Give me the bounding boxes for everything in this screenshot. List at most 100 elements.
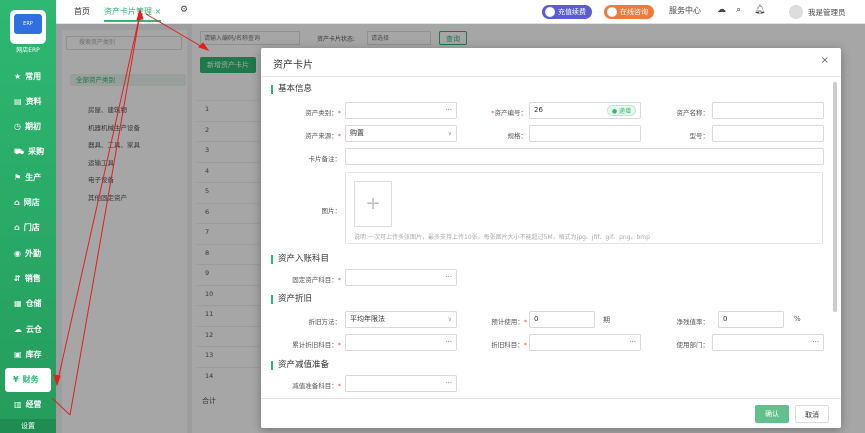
finance-icon: ¥: [13, 375, 19, 385]
increment-tag[interactable]: ● 递增: [606, 105, 636, 116]
use-dept-label-text: 使用部门: [676, 341, 703, 349]
gear-icon[interactable]: ⚙: [180, 5, 188, 15]
asset-code-field[interactable]: 26 ● 递增: [529, 102, 641, 119]
sidebar-item-label: 生产: [25, 172, 42, 182]
service-center-link[interactable]: 服务中心: [669, 5, 701, 16]
more-icon[interactable]: ···: [445, 103, 452, 118]
sidebar-item-13[interactable]: ▥ 经营: [0, 393, 56, 417]
online-consult-button[interactable]: 在线咨询: [604, 5, 654, 19]
confirm-button[interactable]: 确认: [755, 405, 789, 423]
more-icon[interactable]: ···: [812, 335, 819, 350]
dialog-footer: 确认 取消: [261, 398, 841, 428]
recharge-label: 充值续费: [558, 8, 586, 16]
sidebar-item-5[interactable]: ⌂ 网店: [0, 191, 56, 215]
cloud-icon: ☁: [14, 324, 22, 334]
asset-category-label: 资产类别：*: [305, 109, 341, 117]
online-consult-label: 在线咨询: [620, 8, 648, 16]
residual-rate-label-text: 净残值率: [676, 318, 703, 326]
cancel-button[interactable]: 取消: [795, 405, 829, 423]
sidebar-item-label: 外勤: [24, 248, 41, 258]
store-icon: ⌂: [14, 223, 20, 233]
dep-account-label: 折旧科目：*: [491, 341, 527, 349]
section-impairment: 资产减值准备: [271, 361, 329, 370]
spec-field[interactable]: [529, 125, 641, 142]
expected-use-label: 预计使用：*: [491, 318, 527, 326]
sidebar-item-4[interactable]: ⚑ 生产: [0, 165, 56, 189]
box-icon: ▣: [14, 349, 22, 359]
sidebar-item-label: 财务: [22, 375, 39, 385]
expected-use-field[interactable]: 0: [529, 311, 595, 328]
logo-badge: ERP: [14, 14, 42, 34]
sidebar-item-2[interactable]: ◷ 期初: [0, 115, 56, 139]
remark-field[interactable]: [345, 148, 824, 165]
location-icon: ◉: [14, 248, 21, 258]
model-field[interactable]: [712, 125, 824, 142]
section-depreciation: 资产折旧: [271, 295, 312, 304]
section-basic-info: 基本信息: [271, 85, 312, 94]
recharge-button[interactable]: 充值续费: [542, 5, 592, 19]
sidebar-item-6[interactable]: ⌂ 门店: [0, 216, 56, 240]
chat-icon: [607, 7, 617, 17]
acc-dep-account-label-text: 累计折旧科目: [292, 341, 332, 349]
settings-button[interactable]: 设置: [0, 419, 56, 433]
sidebar-item-12[interactable]: ¥ 财务: [5, 367, 51, 392]
shop-icon: ⌂: [14, 198, 20, 207]
cloud-icon[interactable]: ☁: [717, 5, 726, 15]
sidebar-item-1[interactable]: ▤ 资料: [0, 89, 56, 113]
clock-icon: ◷: [14, 122, 21, 132]
expected-use-label-text: 预计使用: [491, 318, 518, 326]
sidebar-item-label: 销售: [24, 273, 41, 283]
sales-icon: ⇵: [14, 273, 21, 283]
asset-name-label: 资产名称：: [676, 109, 710, 117]
use-dept-field[interactable]: ···: [712, 334, 824, 351]
fixed-asset-account-field[interactable]: ···: [345, 269, 457, 286]
asset-category-label-text: 资产类别: [305, 109, 332, 117]
image-label-text: 图片: [321, 207, 335, 215]
asset-code-label-text: 资产编号: [494, 109, 521, 117]
add-image-button[interactable]: +: [354, 181, 392, 227]
asset-code-label: *资产编号：: [491, 109, 527, 117]
sidebar-item-8[interactable]: ⇵ 销售: [0, 266, 56, 290]
sidebar-item-9[interactable]: ▦ 仓储: [0, 292, 56, 316]
asset-category-field[interactable]: ···: [345, 102, 457, 119]
tab-asset-card-label: 资产卡片管理: [104, 7, 152, 16]
spec-label-text: 规格: [507, 132, 521, 140]
chart-icon: ▥: [14, 400, 22, 410]
depreciation-method-select[interactable]: 平均年限法 ∨: [345, 311, 457, 328]
tab-home[interactable]: 首页: [74, 6, 90, 17]
sidebar-item-label: 云仓: [26, 324, 42, 334]
avatar[interactable]: [789, 5, 803, 19]
fixed-asset-account-label-text: 固定资产科目: [292, 276, 332, 284]
acc-dep-account-field[interactable]: ···: [345, 334, 457, 351]
residual-rate-field[interactable]: 0: [718, 311, 784, 328]
asset-source-select[interactable]: 购置 ∨: [345, 125, 457, 142]
sidebar-item-label: 网店: [23, 198, 40, 207]
asset-name-field[interactable]: [712, 102, 824, 119]
more-icon[interactable]: ···: [445, 270, 452, 285]
model-label-text: 型号: [689, 132, 703, 140]
more-icon[interactable]: ···: [629, 335, 636, 350]
cart-icon: ⛟: [14, 146, 25, 156]
more-icon[interactable]: ···: [445, 376, 452, 391]
sidebar-item-10[interactable]: ☁ 云仓: [0, 317, 56, 341]
close-icon[interactable]: ×: [821, 55, 829, 66]
impairment-account-label: 减值准备科目：*: [292, 382, 341, 390]
sidebar-item-11[interactable]: ▣ 库存: [0, 342, 56, 366]
asset-name-label-text: 资产名称: [676, 109, 703, 117]
search-icon[interactable]: ⌕: [736, 5, 741, 15]
app-logo[interactable]: ERP: [10, 10, 46, 44]
impairment-account-field[interactable]: ···: [345, 375, 457, 392]
user-name[interactable]: 我是管理员: [808, 7, 846, 18]
asset-source-value: 购置: [350, 129, 364, 137]
bell-icon[interactable]: 🔔︎: [754, 5, 765, 15]
dep-account-field[interactable]: ···: [529, 334, 641, 351]
sidebar-item-3[interactable]: ⛟ 采购: [0, 140, 56, 164]
sidebar-item-7[interactable]: ◉ 外勤: [0, 241, 56, 265]
star-icon: ★: [14, 71, 22, 81]
close-icon[interactable]: ×: [155, 7, 162, 16]
tab-asset-card[interactable]: 资产卡片管理 ×: [104, 6, 162, 22]
scrollbar[interactable]: [833, 82, 837, 312]
sidebar-item-0[interactable]: ★ 常用: [0, 64, 56, 88]
more-icon[interactable]: ···: [445, 335, 452, 350]
factory-icon: ⚑: [14, 172, 22, 182]
